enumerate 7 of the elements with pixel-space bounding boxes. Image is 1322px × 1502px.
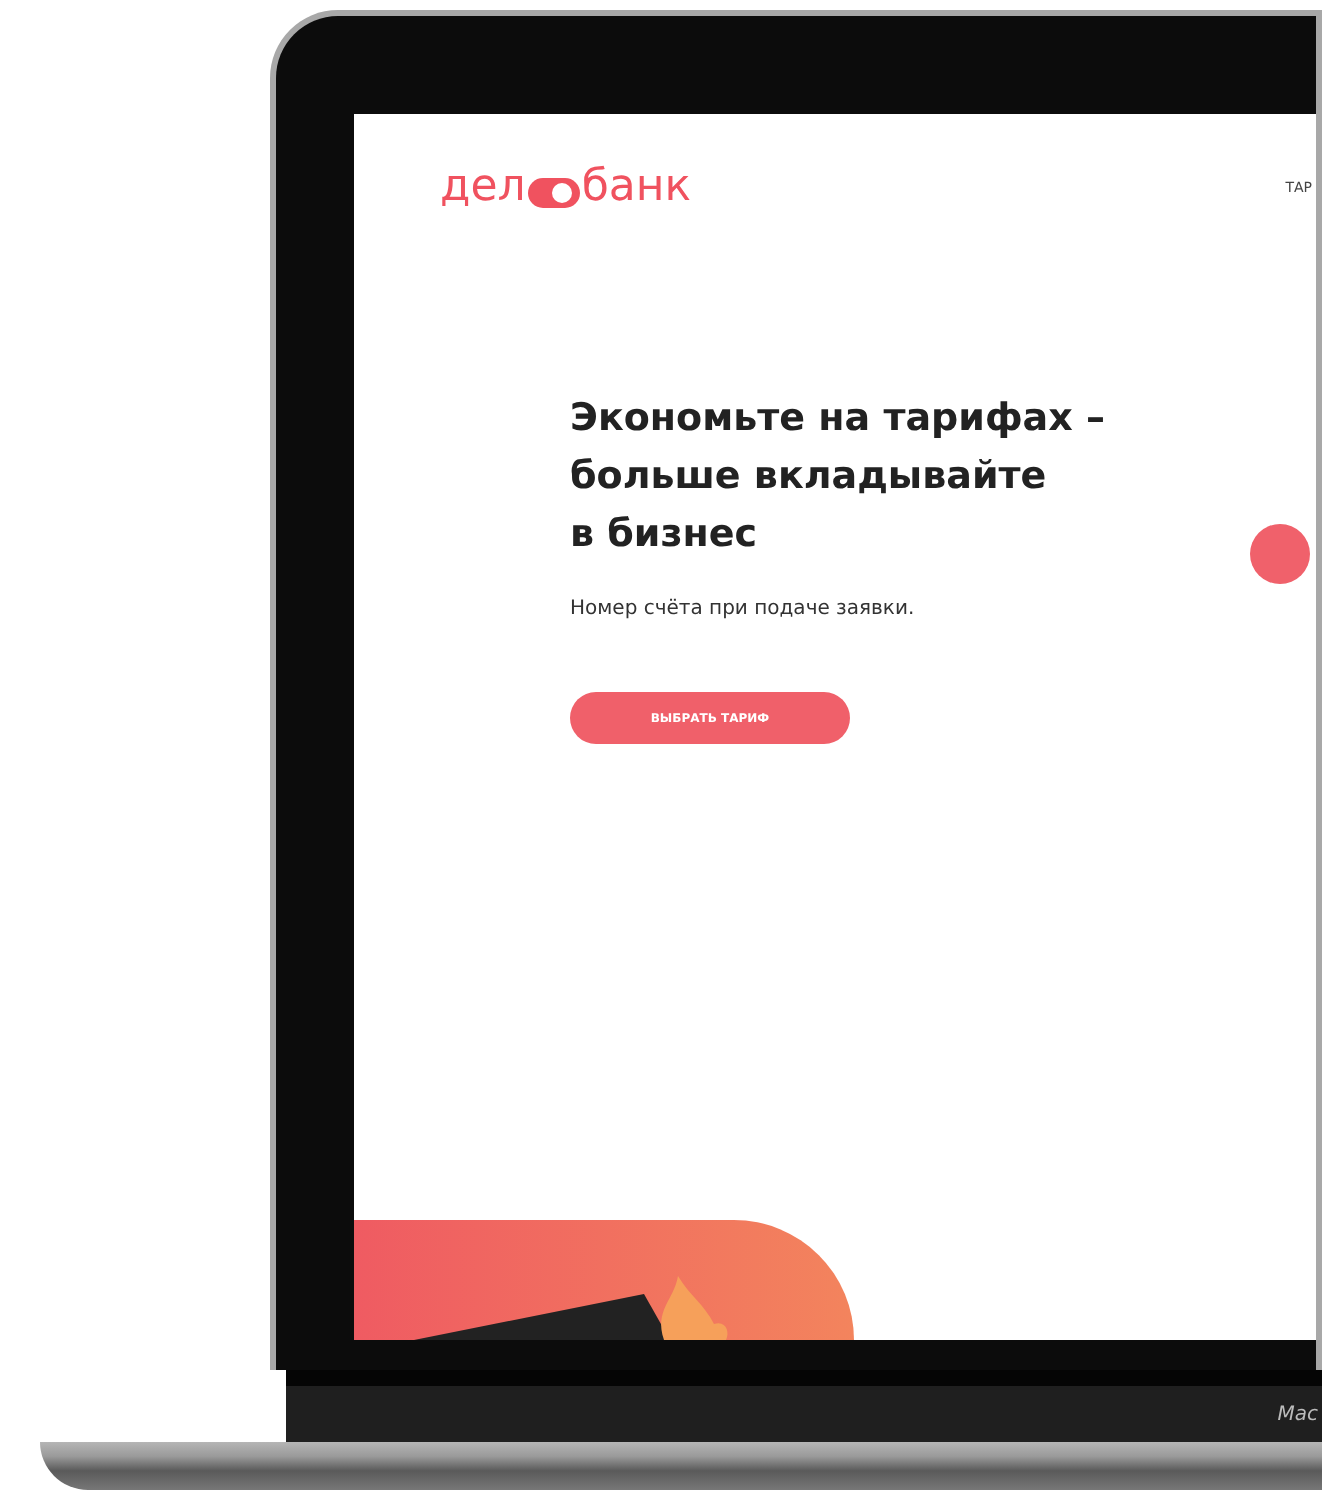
hero-subtitle: Номер счёта при подаче заявки.: [570, 598, 915, 621]
brand-label: Mac: [1277, 1403, 1318, 1425]
logo-text: банк: [581, 162, 692, 215]
logo-text: дел: [440, 162, 526, 215]
decor-circle: [1250, 524, 1310, 584]
hero-title: Экономьте на тарифах – больше вкладывайте в бизнес: [570, 394, 1105, 561]
logo-pill-icon: [527, 177, 580, 208]
